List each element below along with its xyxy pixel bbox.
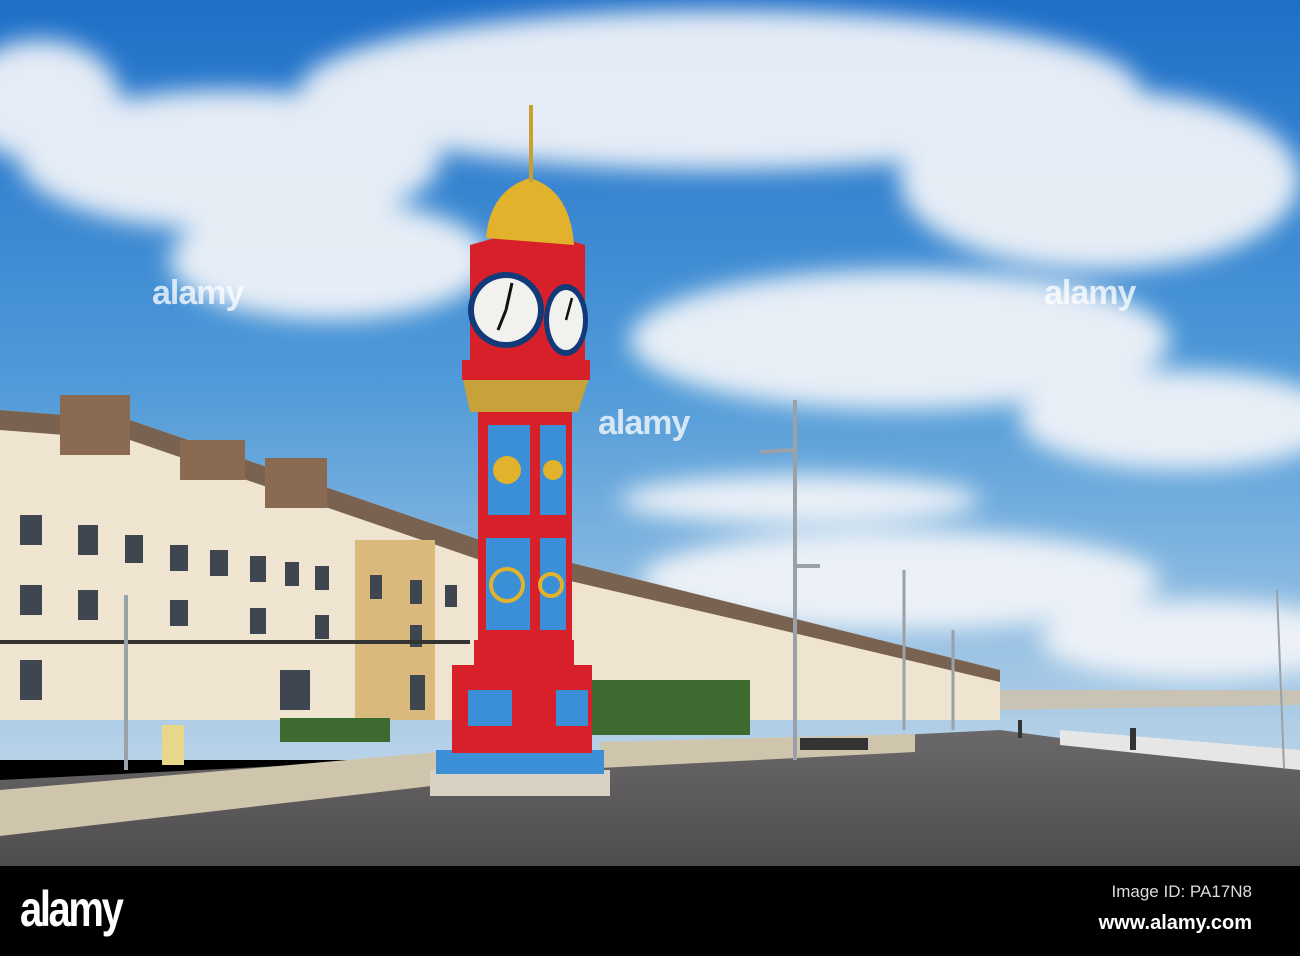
hedges (590, 680, 750, 735)
watermark-text: alamy (1044, 274, 1136, 312)
website-url: www.alamy.com (1098, 912, 1252, 934)
alamy-logo: alamy (20, 881, 124, 937)
image-id: Image ID: PA17N8 (1111, 882, 1252, 901)
watermark-text: alamy (152, 274, 244, 312)
watermark-text: alamy (598, 404, 690, 442)
watermark-bar: alamy Image ID: PA17N8 www.alamy.com (0, 866, 1300, 956)
